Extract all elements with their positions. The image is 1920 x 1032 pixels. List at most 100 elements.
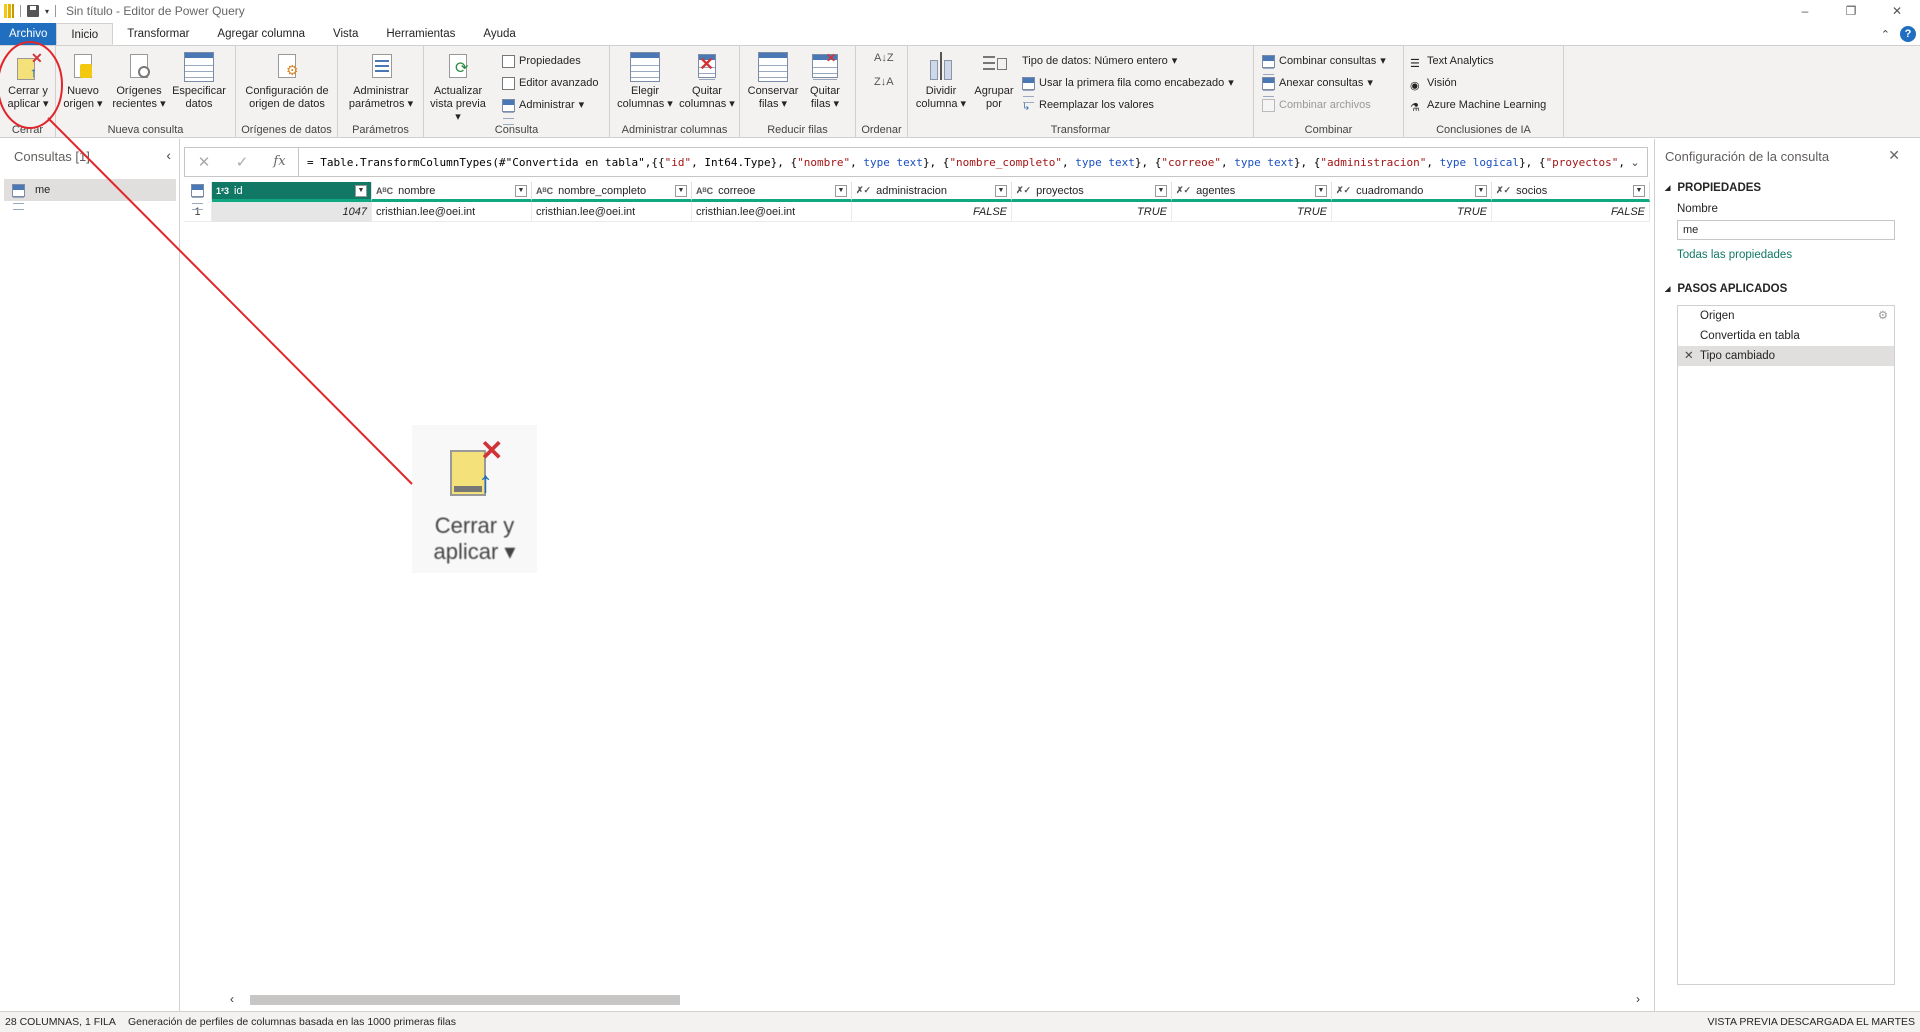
status-profiling[interactable]: Generación de perfiles de columnas basad… [128, 1012, 456, 1032]
column-header-socios[interactable]: ✗✓ socios ▼ [1492, 182, 1650, 202]
split-column-button[interactable]: Dividir columna ▾ [912, 52, 970, 111]
table-cell[interactable]: TRUE [1332, 202, 1492, 222]
properties-button[interactable]: Propiedades [502, 52, 581, 70]
scroll-right-icon[interactable]: › [1636, 992, 1640, 1006]
properties-section[interactable]: PROPIEDADES [1665, 182, 1761, 194]
advanced-editor-button[interactable]: Editor avanzado [502, 74, 599, 92]
filter-dropdown-icon[interactable]: ▼ [355, 185, 367, 197]
manage-params-button[interactable]: Administrar parámetros ▾ [344, 52, 418, 111]
formula-input[interactable]: = Table.TransformColumnTypes(#"Convertid… [299, 156, 1623, 169]
choose-columns-button[interactable]: Elegir columnas ▾ [616, 52, 674, 111]
row-number[interactable]: 1 [184, 202, 212, 222]
step-convertida-en-tabla[interactable]: Convertida en tabla [1678, 326, 1894, 346]
column-header-cuadromando[interactable]: ✗✓ cuadromando ▼ [1332, 182, 1492, 202]
scroll-thumb[interactable] [250, 995, 680, 1005]
sort-descending-button[interactable]: Z↓A [874, 76, 894, 88]
table-cell[interactable]: FALSE [1492, 202, 1650, 222]
column-header-nombre[interactable]: AᴮC nombre ▼ [372, 182, 532, 202]
type-icon[interactable]: ✗✓ [1176, 185, 1191, 196]
column-header-proyectos[interactable]: ✗✓ proyectos ▼ [1012, 182, 1172, 202]
tab-ayuda[interactable]: Ayuda [469, 23, 529, 45]
remove-columns-button[interactable]: ✕ Quitar columnas ▾ [678, 52, 736, 111]
sort-ascending-button[interactable]: A↓Z [874, 52, 894, 64]
minimize-button[interactable]: – [1782, 0, 1828, 22]
table-cell[interactable]: FALSE [852, 202, 1012, 222]
tab-vista[interactable]: Vista [319, 23, 372, 45]
type-icon[interactable]: 1²3 [216, 186, 229, 196]
type-icon[interactable]: AᴮC [536, 186, 553, 196]
refresh-preview-button[interactable]: ⟳ Actualizar vista previa ▾ [426, 52, 490, 124]
ds-settings-button[interactable]: ⚙ Configuración de origen de datos [240, 52, 334, 111]
merge-queries-button[interactable]: Combinar consultas ▾ [1262, 52, 1386, 70]
new-source-button[interactable]: Nuevo origen ▾ [60, 52, 106, 111]
scroll-left-icon[interactable]: ‹ [230, 992, 234, 1006]
type-icon[interactable]: ✗✓ [1336, 185, 1351, 196]
tab-inicio[interactable]: Inicio [56, 23, 114, 45]
column-header-administracion[interactable]: ✗✓ administracion ▼ [852, 182, 1012, 202]
table-menu-button[interactable] [184, 182, 212, 202]
column-header-correoe[interactable]: AᴮC correoe ▼ [692, 182, 852, 202]
azure-ml-button[interactable]: ⚗ Azure Machine Learning [1410, 96, 1546, 114]
tab-archivo[interactable]: Archivo [0, 23, 57, 45]
collapse-pane-icon[interactable]: ‹ [166, 147, 171, 163]
tab-agregar-columna[interactable]: Agregar columna [203, 23, 319, 45]
restore-button[interactable]: ❐ [1828, 0, 1874, 22]
type-icon[interactable]: ✗✓ [1496, 185, 1511, 196]
applied-steps-section[interactable]: PASOS APLICADOS [1665, 283, 1787, 295]
enter-data-button[interactable]: Especificar datos [168, 52, 230, 111]
filter-dropdown-icon[interactable]: ▼ [1475, 185, 1487, 197]
collapse-ribbon-icon[interactable]: ⌃ [1881, 28, 1890, 41]
table-cell[interactable]: 1047 [212, 202, 372, 222]
column-header-agentes[interactable]: ✗✓ agentes ▼ [1172, 182, 1332, 202]
table-cell[interactable]: TRUE [1172, 202, 1332, 222]
table-row[interactable]: 1 1047 cristhian.lee@oei.int cristhian.lee@… [184, 202, 1650, 222]
filter-dropdown-icon[interactable]: ▼ [1315, 185, 1327, 197]
type-icon[interactable]: ✗✓ [856, 185, 871, 196]
remove-rows-button[interactable]: ✕ Quitar filas ▾ [800, 52, 850, 111]
cancel-formula-icon[interactable]: ✕ [185, 153, 223, 171]
step-origen[interactable]: Origen ⚙ [1678, 306, 1894, 326]
table-cell[interactable]: cristhian.lee@oei.int [372, 202, 532, 222]
close-icon[interactable]: ✕ [1888, 147, 1900, 164]
save-icon[interactable] [27, 5, 39, 17]
filter-dropdown-icon[interactable]: ▼ [835, 185, 847, 197]
column-header-id[interactable]: 1²3 id ▼ [212, 182, 372, 202]
close-window-button[interactable]: ✕ [1874, 0, 1920, 22]
fx-icon[interactable]: fx [261, 148, 299, 176]
query-name-field[interactable]: me [1677, 220, 1895, 240]
step-tipo-cambiado[interactable]: ✕ Tipo cambiado [1678, 346, 1894, 366]
delete-step-icon[interactable]: ✕ [1684, 346, 1694, 366]
table-cell[interactable]: cristhian.lee@oei.int [692, 202, 852, 222]
replace-values-button[interactable]: ↳ Reemplazar los valores [1022, 96, 1154, 114]
all-properties-link[interactable]: Todas las propiedades [1677, 249, 1792, 261]
filter-dropdown-icon[interactable]: ▼ [1633, 185, 1645, 197]
group-by-button[interactable]: Agrupar por [970, 52, 1018, 111]
horizontal-scrollbar[interactable]: ‹ › [230, 992, 1640, 1008]
data-type-dropdown[interactable]: Tipo de datos: Número entero ▾ [1022, 52, 1177, 70]
append-queries-button[interactable]: Anexar consultas ▾ [1262, 74, 1373, 92]
tab-transformar[interactable]: Transformar [113, 23, 203, 45]
text-analytics-button[interactable]: ☰ Text Analytics [1410, 52, 1494, 70]
tab-herramientas[interactable]: Herramientas [372, 23, 469, 45]
filter-dropdown-icon[interactable]: ▼ [515, 185, 527, 197]
expand-formula-icon[interactable]: ⌄ [1623, 156, 1647, 169]
type-icon[interactable]: AᴮC [696, 186, 713, 196]
confirm-formula-icon[interactable]: ✓ [223, 153, 261, 171]
table-cell[interactable]: TRUE [1012, 202, 1172, 222]
type-icon[interactable]: ✗✓ [1016, 185, 1031, 196]
filter-dropdown-icon[interactable]: ▼ [675, 185, 687, 197]
filter-dropdown-icon[interactable]: ▼ [1155, 185, 1167, 197]
recent-sources-button[interactable]: Orígenes recientes ▾ [112, 52, 166, 111]
column-header-nombre-completo[interactable]: AᴮC nombre_completo ▼ [532, 182, 692, 202]
combine-files-button[interactable]: Combinar archivos [1262, 96, 1371, 114]
filter-dropdown-icon[interactable]: ▼ [995, 185, 1007, 197]
table-cell[interactable]: cristhian.lee@oei.int [532, 202, 692, 222]
type-icon[interactable]: AᴮC [376, 186, 393, 196]
help-icon[interactable]: ? [1900, 26, 1916, 42]
manage-button[interactable]: Administrar ▾ [502, 96, 584, 114]
gear-icon[interactable]: ⚙ [1878, 306, 1888, 326]
quick-access-dropdown-icon[interactable]: ▾ [45, 7, 49, 16]
query-item-me[interactable]: me [4, 179, 176, 201]
close-apply-button[interactable]: ✕ ↑ Cerrar y aplicar ▾ [2, 51, 54, 111]
keep-rows-button[interactable]: Conservar filas ▾ [746, 52, 800, 111]
